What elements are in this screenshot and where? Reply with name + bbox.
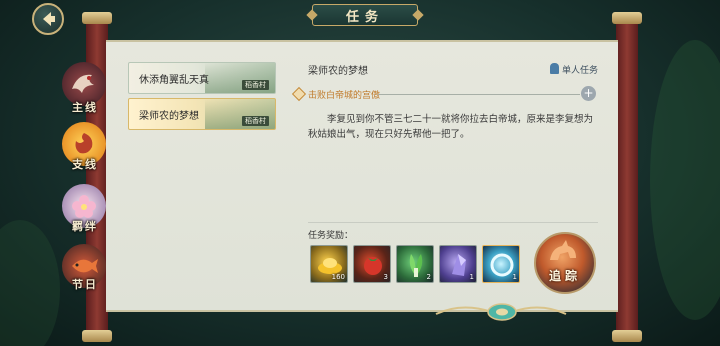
page-title: 任务 <box>312 4 418 26</box>
scroll-rod-right <box>616 16 638 341</box>
scroll-cap-icon <box>82 12 112 24</box>
quest-list-item-selected[interactable]: 梁师农的梦想 稻香村 <box>128 98 276 130</box>
tab-bond-quest-label: 羁绊 <box>72 220 98 233</box>
quest-detail-title: 梁师农的梦想 <box>308 66 368 77</box>
reward-count: 1 <box>469 273 474 281</box>
tab-festival-quest-label: 节日 <box>72 278 98 291</box>
track-button-label: 追踪 <box>548 269 581 283</box>
quest-description: 李复见到你不管三七二十一就将你拉去白帝城，原来是李复想为秋姑娘出气，现在只好先帮… <box>308 114 594 140</box>
arrow-left-icon <box>43 12 55 26</box>
scroll-cap-icon <box>612 330 642 342</box>
quest-objective: 击败白帝城的宫傲 + <box>291 86 596 102</box>
phoenix-icon <box>75 133 93 154</box>
rewards-label: 任务奖励： <box>308 231 354 241</box>
objective-text: 击败白帝城的宫傲 <box>308 91 381 101</box>
dragon-icon <box>72 74 94 93</box>
quest-title: 休添角翼乱天真 <box>139 75 209 86</box>
quest-location-tag: 稻香村 <box>242 80 269 90</box>
reward-count: 1 <box>512 273 517 281</box>
blossom-icon <box>72 195 96 218</box>
background-foliage-right <box>650 40 720 320</box>
divider <box>378 94 580 95</box>
track-quest-button[interactable]: 追踪 <box>534 232 596 294</box>
reward-bok-choy[interactable]: 2 <box>396 245 434 283</box>
reward-count: 2 <box>426 273 431 281</box>
tab-main-quest-label: 主线 <box>72 101 98 114</box>
quest-title: 梁师农的梦想 <box>139 111 199 122</box>
background-foliage-left <box>0 220 60 346</box>
reward-count: 160 <box>331 273 345 281</box>
scroll-cap-icon <box>612 12 642 24</box>
reward-tomato[interactable]: 3 <box>353 245 391 283</box>
quest-location-tag: 稻香村 <box>242 116 269 126</box>
tab-side-quest-label: 支线 <box>72 158 98 171</box>
back-button[interactable] <box>32 3 64 35</box>
cloud-ornament-icon <box>435 303 567 321</box>
reward-count: 3 <box>383 273 388 281</box>
divider <box>308 222 598 223</box>
solo-quest-badge: 单人任务 <box>548 61 602 77</box>
scroll-cap-icon <box>82 330 112 342</box>
horse-icon <box>550 240 576 260</box>
quest-list-item[interactable]: 休添角翼乱天真 稻香村 <box>128 62 276 94</box>
reward-glowing-ring[interactable]: 1 <box>482 245 520 283</box>
expand-button[interactable]: + <box>581 86 596 101</box>
reward-gold-ingot[interactable]: 160 <box>310 245 348 283</box>
diamond-icon <box>291 86 307 102</box>
reward-crystal[interactable]: 1 <box>439 245 477 283</box>
